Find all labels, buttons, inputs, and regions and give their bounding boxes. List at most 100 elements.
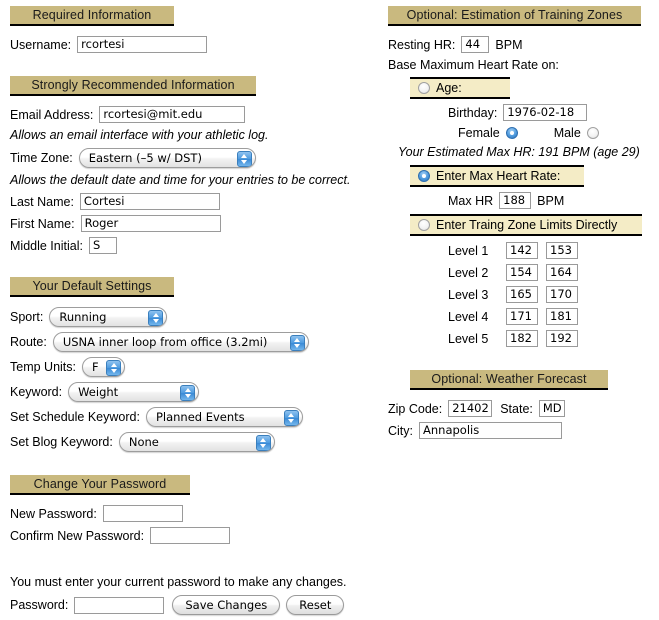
row-middle-initial: Middle Initial: (10, 237, 360, 254)
section-weather-forecast: Optional: Weather Forecast Zip Code: Sta… (388, 370, 653, 439)
email-label: Email Address: (10, 107, 94, 122)
temp-units-select-value: F (92, 360, 99, 374)
max-hr-option-bar[interactable]: Enter Max Heart Rate: (410, 165, 584, 187)
direct-zones-option-label: Enter Traing Zone Limits Directly (436, 218, 618, 232)
timezone-label: Time Zone: (10, 151, 73, 165)
schedule-keyword-select[interactable]: Planned Events (145, 407, 303, 427)
section-header-training-zones: Optional: Estimation of Training Zones (388, 6, 641, 26)
sport-label: Sport: (10, 310, 44, 324)
row-confirm-password: Confirm New Password: (10, 527, 360, 544)
base-max-hr-label: Base Maximum Heart Rate on: (388, 58, 559, 72)
row-zone-level: Level 1 (448, 242, 653, 259)
zone-level-high-input[interactable] (546, 308, 578, 325)
reset-button[interactable]: Reset (286, 595, 345, 615)
row-zone-level: Level 2 (448, 264, 653, 281)
row-first-name: First Name: (10, 215, 360, 232)
age-option-bar[interactable]: Age: (410, 77, 510, 99)
direct-zones-option-bar[interactable]: Enter Traing Zone Limits Directly (410, 214, 642, 236)
timezone-note: Allows the default date and time for you… (10, 173, 351, 187)
female-label: Female (458, 126, 500, 140)
middle-initial-label: Middle Initial: (10, 238, 83, 253)
confirm-password-input[interactable] (150, 527, 231, 544)
zone-level-label: Level 2 (448, 265, 489, 280)
state-input[interactable] (538, 400, 565, 417)
section-default-settings: Your Default Settings Sport: Running Rou… (10, 277, 360, 452)
zone-level-low-input[interactable] (506, 330, 538, 347)
blog-keyword-select[interactable]: None (118, 432, 275, 452)
chevron-updown-icon (236, 151, 252, 167)
row-current-password: Password: Save Changes Reset (10, 595, 360, 615)
resting-hr-unit: BPM (495, 37, 523, 52)
row-gender: Female Male (458, 126, 653, 140)
section-header-weather-forecast: Optional: Weather Forecast (410, 370, 608, 390)
email-input[interactable] (99, 106, 246, 123)
resting-hr-input[interactable] (461, 36, 490, 53)
route-select[interactable]: USNA inner loop from office (3.2mi) (52, 332, 309, 352)
temp-units-select[interactable]: F (82, 357, 125, 377)
zone-levels-list: Level 1 Level 2 Level 3 Level 4 Level 5 (410, 242, 653, 347)
zone-level-high-input[interactable] (546, 286, 578, 303)
estimated-max-hr-note: Your Estimated Max HR: 191 BPM (age 29) (398, 145, 640, 159)
keyword-select-value: Weight (78, 385, 119, 399)
zone-level-high-input[interactable] (546, 330, 578, 347)
row-city: City: (388, 422, 653, 439)
birthday-label: Birthday: (448, 105, 498, 120)
save-changes-button[interactable]: Save Changes (172, 595, 281, 615)
max-hr-input[interactable] (499, 192, 532, 209)
row-zip-state: Zip Code: State: (388, 400, 653, 417)
username-input[interactable] (77, 36, 208, 53)
zone-level-high-input[interactable] (546, 264, 578, 281)
zone-level-label: Level 4 (448, 309, 489, 324)
row-birthday: Birthday: (448, 104, 653, 121)
row-blog-keyword: Set Blog Keyword: None (10, 432, 360, 452)
keyword-select[interactable]: Weight (68, 382, 200, 402)
direct-zones-radio[interactable] (418, 219, 430, 231)
route-label: Route: (10, 335, 47, 349)
email-note: Allows an email interface with your athl… (10, 128, 269, 142)
age-radio[interactable] (418, 82, 430, 94)
section-header-change-password: Change Your Password (10, 475, 190, 495)
chevron-updown-icon (289, 335, 305, 351)
section-change-password: Change Your Password New Password: Confi… (10, 475, 360, 615)
lastname-label: Last Name: (10, 194, 74, 209)
city-label: City: (388, 423, 413, 438)
timezone-select-value: Eastern (–5 w/ DST) (88, 151, 202, 165)
firstname-label: First Name: (10, 216, 75, 231)
zone-level-low-input[interactable] (506, 286, 538, 303)
new-password-input[interactable] (102, 505, 183, 522)
male-radio[interactable] (586, 127, 599, 139)
temp-units-label: Temp Units: (10, 360, 76, 374)
firstname-input[interactable] (80, 215, 221, 232)
left-column: Required Information Username: Strongly … (10, 0, 360, 620)
section-required-information: Required Information Username: (10, 0, 360, 53)
blog-keyword-label: Set Blog Keyword: (10, 435, 113, 449)
timezone-select[interactable]: Eastern (–5 w/ DST) (78, 148, 256, 168)
chevron-updown-icon (180, 385, 196, 401)
middle-initial-input[interactable] (88, 237, 117, 254)
username-label: Username: (10, 37, 72, 52)
female-radio[interactable] (505, 127, 518, 139)
chevron-updown-icon (148, 310, 164, 326)
row-sport: Sport: Running (10, 307, 360, 327)
zone-level-low-input[interactable] (506, 308, 538, 325)
row-zone-level: Level 5 (448, 330, 653, 347)
row-last-name: Last Name: (10, 193, 360, 210)
zone-level-low-input[interactable] (506, 242, 538, 259)
chevron-updown-icon (106, 360, 121, 376)
birthday-input[interactable] (503, 104, 588, 121)
zone-level-high-input[interactable] (546, 242, 578, 259)
sport-select[interactable]: Running (49, 307, 168, 327)
sport-select-value: Running (59, 310, 107, 324)
row-zone-level: Level 3 (448, 286, 653, 303)
max-hr-radio[interactable] (418, 170, 430, 182)
chevron-updown-icon (283, 410, 299, 426)
max-hr-unit: BPM (537, 193, 565, 208)
confirm-password-label: Confirm New Password: (10, 528, 145, 543)
row-keyword: Keyword: Weight (10, 382, 360, 402)
lastname-input[interactable] (79, 193, 220, 210)
zone-level-low-input[interactable] (506, 264, 538, 281)
row-schedule-keyword: Set Schedule Keyword: Planned Events (10, 407, 360, 427)
row-new-password: New Password: (10, 505, 360, 522)
city-input[interactable] (419, 422, 562, 439)
zip-code-input[interactable] (448, 400, 493, 417)
